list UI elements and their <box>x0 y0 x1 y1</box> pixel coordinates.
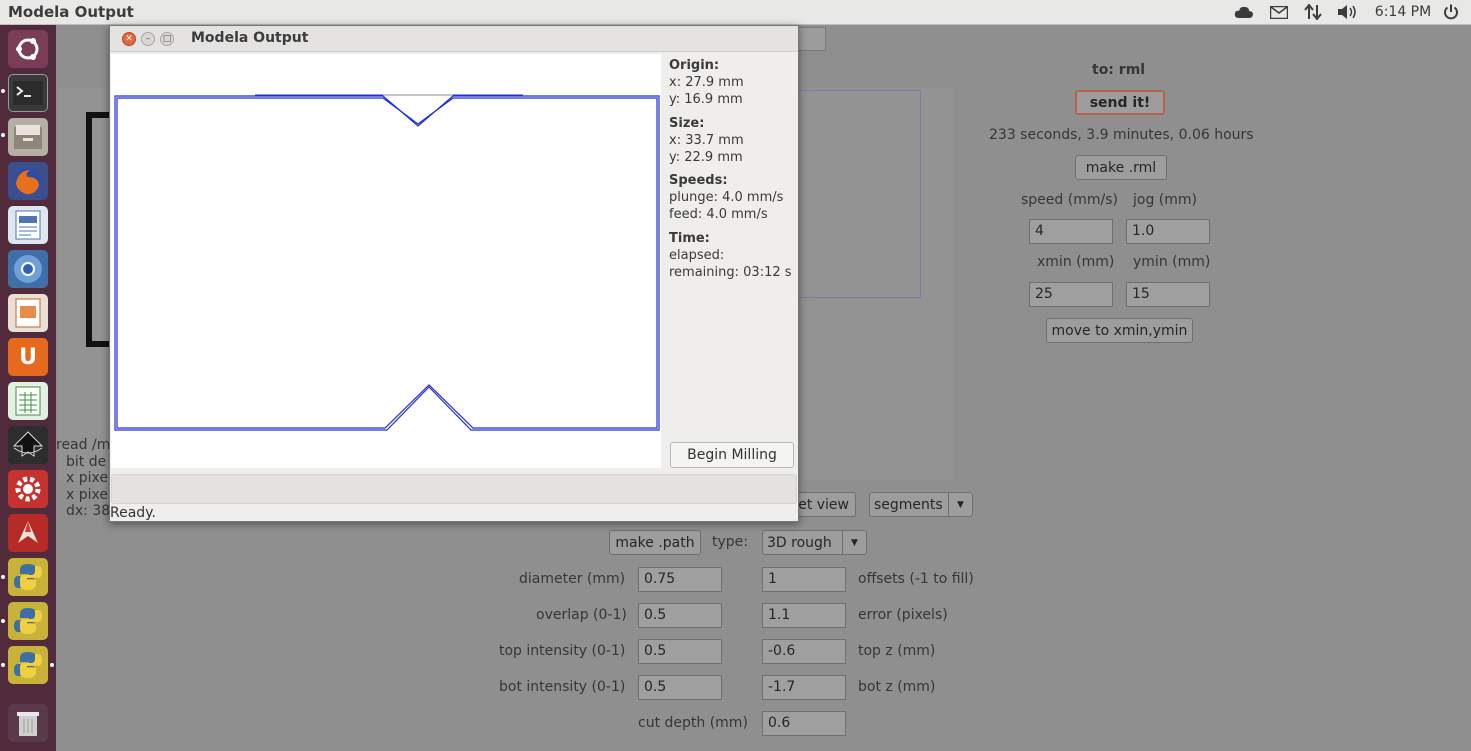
error-label: error (pixels) <box>858 607 948 623</box>
cloud-icon[interactable] <box>1233 3 1255 21</box>
size-y: y: 22.9 mm <box>669 150 743 165</box>
info-speeds: Speeds: plunge: 4.0 mm/s feed: 4.0 mm/s <box>669 173 784 222</box>
power-icon[interactable] <box>1440 3 1462 21</box>
xmin-label: xmin (mm) <box>1037 254 1115 270</box>
info-dx: dx: 38 <box>66 503 111 519</box>
minimize-icon[interactable]: – <box>141 32 155 46</box>
mail-icon[interactable] <box>1268 3 1290 21</box>
chevron-down-icon: ▼ <box>948 493 972 516</box>
calc-icon[interactable] <box>8 382 48 420</box>
progress-bar <box>111 474 797 504</box>
offsets-input[interactable]: 1 <box>762 567 846 592</box>
time-estimate: 233 seconds, 3.9 minutes, 0.06 hours <box>989 127 1254 143</box>
speed-input[interactable]: 4 <box>1029 219 1113 244</box>
info-x-pixels: x pixe <box>66 470 108 486</box>
overlap-label: overlap (0-1) <box>536 607 627 623</box>
feed-speed: feed: 4.0 mm/s <box>669 207 768 222</box>
bot-z-input[interactable]: -1.7 <box>762 675 846 700</box>
modela-output-window: ✕ – □ Modela Output Origin: x: 27.9 mm y… <box>109 25 799 522</box>
top-z-label: top z (mm) <box>858 643 936 659</box>
segments-select[interactable]: segments ▼ <box>869 492 973 517</box>
top-intensity-input[interactable]: 0.5 <box>638 639 722 664</box>
type-label: type: <box>712 534 748 550</box>
diameter-input[interactable]: 0.75 <box>638 567 722 592</box>
toolpath-preview <box>111 54 661 468</box>
time-remaining: remaining: 03:12 s <box>669 265 792 280</box>
bot-z-label: bot z (mm) <box>858 679 936 695</box>
output-format-label: to: rml <box>1092 62 1146 78</box>
bot-intensity-label: bot intensity (0-1) <box>499 679 626 695</box>
origin-y: y: 16.9 mm <box>669 92 743 107</box>
python-icon[interactable] <box>8 646 48 684</box>
make-rml-button[interactable]: make .rml <box>1075 155 1167 180</box>
network-icon[interactable] <box>1302 3 1324 21</box>
chevron-down-icon: ▼ <box>842 531 866 554</box>
clock[interactable]: 6:14 PM <box>1373 3 1433 21</box>
info-read: read /m <box>56 437 111 453</box>
origin-x: x: 27.9 mm <box>669 75 744 90</box>
type-select[interactable]: 3D rough ▼ <box>762 530 867 555</box>
settings-icon[interactable] <box>8 470 48 508</box>
info-origin: Origin: x: 27.9 mm y: 16.9 mm <box>669 58 744 107</box>
unity-launcher: U <box>0 25 56 751</box>
window-title: Modela Output <box>191 30 309 46</box>
impress-icon[interactable] <box>8 294 48 332</box>
image-outline <box>86 112 92 347</box>
volume-icon[interactable] <box>1336 3 1360 21</box>
inkscape-icon[interactable] <box>8 426 48 464</box>
offsets-label: offsets (-1 to fill) <box>858 571 974 587</box>
ubuntu-icon[interactable] <box>8 30 48 68</box>
bot-intensity-input[interactable]: 0.5 <box>638 675 722 700</box>
top-z-input[interactable]: -0.6 <box>762 639 846 664</box>
info-size: Size: x: 33.7 mm y: 22.9 mm <box>669 116 744 165</box>
close-icon[interactable]: ✕ <box>122 32 136 46</box>
overlap-input[interactable]: 0.5 <box>638 603 722 628</box>
trash-icon[interactable] <box>8 704 48 742</box>
xmin-input[interactable]: 25 <box>1029 282 1113 307</box>
maximize-icon[interactable]: □ <box>160 32 174 46</box>
time-elapsed: elapsed: <box>669 248 725 263</box>
diameter-label: diameter (mm) <box>519 571 626 587</box>
plunge-speed: plunge: 4.0 mm/s <box>669 190 784 205</box>
cut-depth-label: cut depth (mm) <box>638 715 748 731</box>
error-input[interactable]: 1.1 <box>762 603 846 628</box>
writer-icon[interactable] <box>8 206 48 244</box>
cut-depth-input[interactable]: 0.6 <box>762 711 846 736</box>
window-titlebar[interactable]: ✕ – □ Modela Output <box>110 26 798 52</box>
ymin-input[interactable]: 15 <box>1126 282 1210 307</box>
top-intensity-label: top intensity (0-1) <box>499 643 626 659</box>
jog-label: jog (mm) <box>1133 192 1197 208</box>
size-x: x: 33.7 mm <box>669 133 744 148</box>
status-text: Ready. <box>110 505 156 521</box>
ubuntu-one-icon[interactable]: U <box>8 338 48 376</box>
info-time: Time: elapsed: remaining: 03:12 s <box>669 231 792 280</box>
speed-label: speed (mm/s) <box>1021 192 1118 208</box>
top-panel: Modela Output 6:14 PM <box>0 0 1471 25</box>
begin-milling-button[interactable]: Begin Milling <box>670 442 794 468</box>
jog-input[interactable]: 1.0 <box>1126 219 1210 244</box>
send-it-button[interactable]: send it! <box>1075 90 1165 115</box>
ymin-label: ymin (mm) <box>1133 254 1211 270</box>
python-icon[interactable] <box>8 602 48 640</box>
active-window-title: Modela Output <box>8 3 134 21</box>
move-to-xmin-ymin-button[interactable]: move to xmin,ymin <box>1046 318 1193 343</box>
fab-icon[interactable] <box>8 514 48 552</box>
terminal-icon[interactable] <box>8 74 48 112</box>
make-path-button[interactable]: make .path <box>609 530 701 555</box>
chromium-icon[interactable] <box>8 250 48 288</box>
python-icon[interactable] <box>8 558 48 596</box>
info-bit-depth: bit de <box>66 454 107 470</box>
info-y-pixels: x pixe <box>66 487 108 503</box>
files-icon[interactable] <box>8 118 48 156</box>
firefox-icon[interactable] <box>8 162 48 200</box>
